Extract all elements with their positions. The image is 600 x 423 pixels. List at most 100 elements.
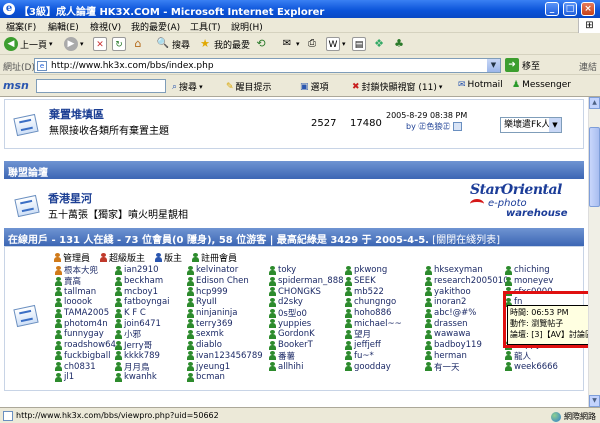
scroll-down-arrow-icon[interactable]: ▼ bbox=[589, 395, 600, 407]
toggle-online-list-link[interactable]: [關閉在綫列表] bbox=[432, 235, 500, 246]
msn-search-button[interactable]: ⌕ 搜尋 ▾ bbox=[172, 80, 203, 94]
online-user[interactable]: SEEK bbox=[345, 276, 402, 287]
back-button[interactable]: ◀ 上一頁 ▾ bbox=[4, 36, 53, 52]
online-user[interactable]: kwanhk bbox=[115, 372, 170, 383]
online-user[interactable]: yakithoo bbox=[425, 286, 509, 297]
online-user[interactable]: terry369 bbox=[187, 318, 263, 329]
minimize-button[interactable]: _ bbox=[545, 2, 559, 16]
online-user[interactable]: drassen bbox=[425, 318, 509, 329]
online-user[interactable]: 龍人 bbox=[505, 351, 568, 362]
online-user[interactable]: 0s型o0 bbox=[269, 308, 344, 319]
online-user[interactable]: kelvinator bbox=[187, 265, 263, 276]
highlight-button[interactable]: ✎ 醒目提示 bbox=[226, 80, 272, 94]
address-dropdown-icon[interactable]: ▼ bbox=[487, 59, 500, 72]
online-user[interactable]: yuppies bbox=[269, 318, 344, 329]
msn-search-input[interactable] bbox=[36, 79, 166, 93]
online-user[interactable]: fatboyngai bbox=[115, 297, 170, 308]
search-button[interactable]: 🔍 搜尋 bbox=[156, 36, 190, 52]
online-user[interactable]: ian2910 bbox=[115, 265, 170, 276]
online-user[interactable]: tallman bbox=[55, 286, 116, 297]
menu-tools[interactable]: 工具(T) bbox=[190, 20, 221, 33]
options-button[interactable]: ▣ 選項 bbox=[300, 80, 329, 94]
edit-button[interactable]: W ▾ bbox=[326, 36, 346, 52]
moderator-select[interactable]: 樂壞遣Fk人 ▼ bbox=[500, 117, 562, 133]
stop-button[interactable]: ✕ bbox=[93, 36, 107, 52]
popup-blocker-button[interactable]: ✖ 封鎖快顯視窗 (11) ▾ bbox=[352, 80, 442, 94]
online-user[interactable]: chiching bbox=[505, 265, 568, 276]
links-label[interactable]: 連結 bbox=[579, 60, 597, 73]
online-user[interactable]: mb522 bbox=[345, 286, 402, 297]
go-button[interactable]: ➜ 移至 bbox=[505, 58, 540, 72]
forum-title-link[interactable]: 棄置堆填區 bbox=[49, 106, 104, 122]
online-user[interactable]: Edison Chen bbox=[187, 276, 263, 287]
online-user[interactable]: 月月鳥 bbox=[115, 361, 170, 373]
online-user[interactable]: abc!@#% bbox=[425, 308, 509, 319]
online-user[interactable]: spiderman_888 bbox=[269, 276, 344, 287]
home-button[interactable]: ⌂ bbox=[131, 36, 145, 52]
online-user[interactable]: K F C bbox=[115, 308, 170, 319]
online-user[interactable]: ch0831 bbox=[55, 361, 116, 372]
online-user[interactable]: 望月 bbox=[345, 329, 402, 340]
goto-last-post-icon[interactable] bbox=[452, 122, 462, 131]
online-user[interactable]: RyuII bbox=[187, 297, 263, 308]
online-user[interactable]: beckham bbox=[115, 276, 170, 287]
online-user[interactable]: fuckbigball bbox=[55, 351, 116, 362]
online-user[interactable]: week6666 bbox=[505, 361, 568, 372]
address-input[interactable]: e http://www.hk3x.com/bbs/index.php ▼ bbox=[34, 58, 501, 73]
online-user[interactable]: chungngo bbox=[345, 297, 402, 308]
online-user[interactable]: funnygay bbox=[55, 329, 116, 340]
last-post-author-link[interactable]: by ㊣色狼㊣ bbox=[386, 121, 467, 132]
online-user[interactable]: hoho886 bbox=[345, 308, 402, 319]
forward-button[interactable]: ▶ ▾ bbox=[64, 36, 84, 52]
online-user[interactable]: inoran2 bbox=[425, 297, 509, 308]
online-user[interactable]: pkwong bbox=[345, 265, 402, 276]
online-user[interactable]: badboy119 bbox=[425, 340, 509, 351]
online-user[interactable]: photom4n bbox=[55, 318, 116, 329]
online-user[interactable]: jl1 bbox=[55, 372, 116, 383]
online-user[interactable]: fu~* bbox=[345, 351, 402, 362]
online-user[interactable]: jeffjeff bbox=[345, 340, 402, 351]
online-user[interactable]: jyeung1 bbox=[187, 361, 263, 372]
messenger-link[interactable]: ♟ Messenger bbox=[512, 80, 571, 90]
online-user[interactable]: allhihi bbox=[269, 361, 344, 372]
online-user[interactable]: roadshow64 bbox=[55, 340, 116, 351]
online-user[interactable]: 番薯 bbox=[269, 351, 344, 362]
online-user[interactable]: Jerry哥 bbox=[115, 340, 170, 351]
research-button[interactable]: ❖ bbox=[372, 36, 386, 52]
refresh-button[interactable]: ↻ bbox=[112, 36, 126, 52]
online-user[interactable]: diablo bbox=[187, 340, 263, 351]
online-user[interactable]: bcman bbox=[187, 372, 263, 383]
online-user[interactable]: hcp999 bbox=[187, 286, 263, 297]
online-user[interactable]: looook bbox=[55, 297, 116, 308]
hotmail-button[interactable]: ✉ Hotmail bbox=[458, 80, 503, 90]
vertical-scrollbar[interactable]: ▲ ▼ bbox=[588, 97, 600, 407]
maximize-button[interactable]: □ bbox=[563, 2, 577, 16]
window-titlebar[interactable]: e 【3級】成人論壇 HK3X.COM - Microsoft Internet… bbox=[0, 0, 600, 18]
history-button[interactable]: ⟲ bbox=[254, 36, 268, 52]
staroriental-banner-link[interactable]: StarOriental e-photo warehouse bbox=[470, 180, 582, 222]
menu-favorites[interactable]: 我的最愛(A) bbox=[131, 20, 180, 33]
favorites-button[interactable]: ★ 我的最愛 bbox=[198, 36, 250, 52]
scroll-thumb[interactable] bbox=[589, 127, 600, 207]
menu-view[interactable]: 檢視(V) bbox=[90, 20, 121, 33]
online-user[interactable]: GordonK bbox=[269, 329, 344, 340]
messenger-button[interactable]: ♣ bbox=[392, 36, 406, 52]
online-user[interactable]: 有一天 bbox=[425, 361, 509, 373]
online-user[interactable]: moneyev bbox=[505, 276, 568, 287]
menu-file[interactable]: 檔案(F) bbox=[6, 20, 36, 33]
scroll-up-arrow-icon[interactable]: ▲ bbox=[589, 97, 600, 109]
print-button[interactable]: ⎙ bbox=[305, 36, 319, 52]
online-user[interactable]: research2005010 bbox=[425, 276, 509, 287]
online-user[interactable]: wawawa bbox=[425, 329, 509, 340]
mail-button[interactable]: ✉ ▾ bbox=[280, 36, 300, 52]
alliance-forum-title-link[interactable]: 香港星河 bbox=[48, 190, 92, 206]
online-user[interactable]: CHONGKS bbox=[269, 286, 344, 297]
close-button[interactable]: × bbox=[581, 2, 595, 16]
menu-help[interactable]: 說明(H) bbox=[231, 20, 263, 33]
online-user[interactable]: ninjaninja bbox=[187, 308, 263, 319]
online-user[interactable]: hksexyman bbox=[425, 265, 509, 276]
online-user[interactable]: 賣高 bbox=[55, 276, 116, 287]
online-user[interactable]: toky bbox=[269, 265, 344, 276]
menu-edit[interactable]: 編輯(E) bbox=[48, 20, 79, 33]
online-user[interactable]: ivan123456789 bbox=[187, 351, 263, 362]
